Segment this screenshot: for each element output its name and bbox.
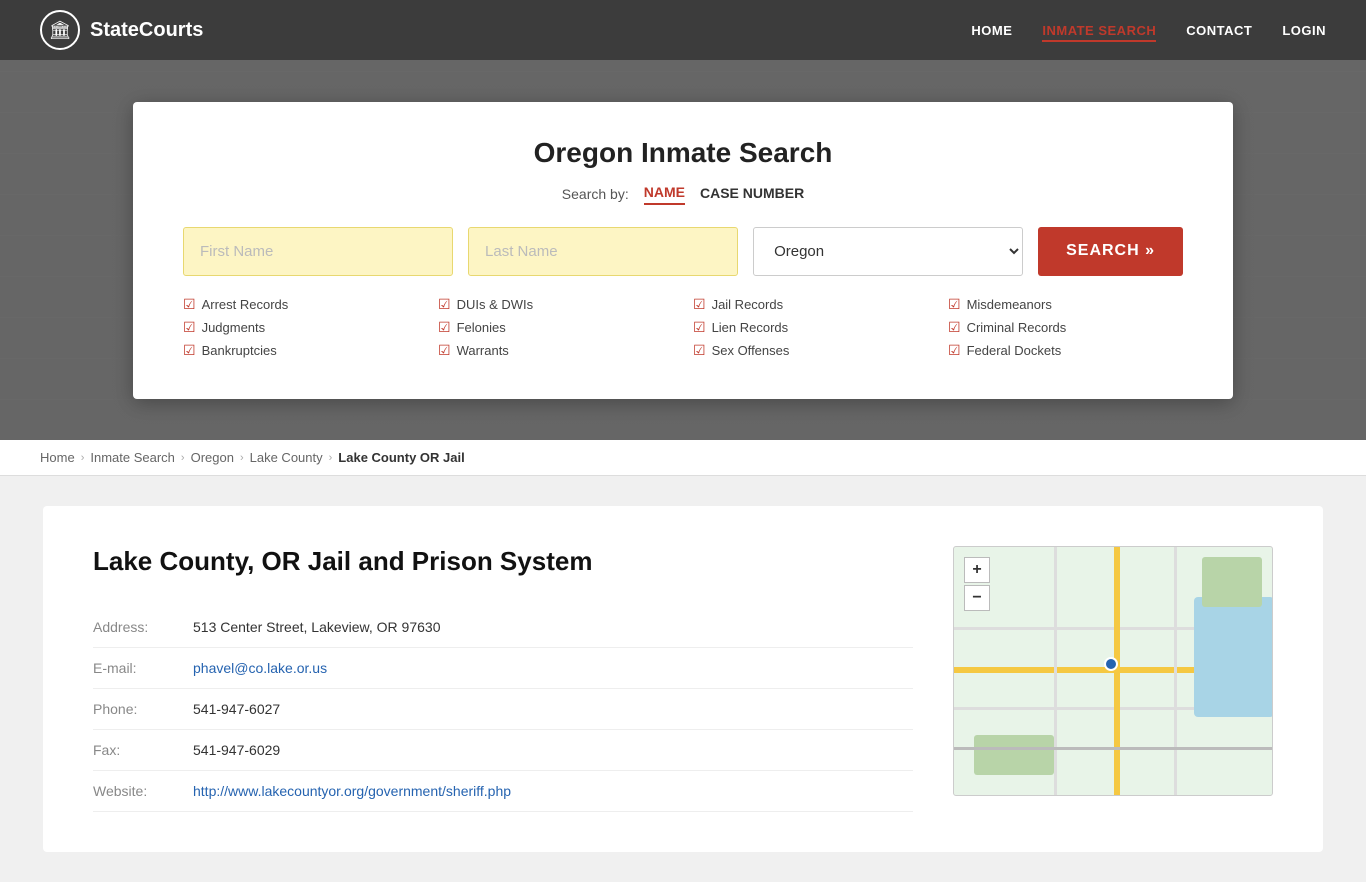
last-name-input[interactable] xyxy=(468,227,738,276)
breadcrumb-link[interactable]: Lake County xyxy=(250,450,323,465)
website-link[interactable]: http://www.lakecountyor.org/government/s… xyxy=(193,783,511,799)
content-card: Lake County, OR Jail and Prison System A… xyxy=(43,506,1323,852)
info-value[interactable]: http://www.lakecountyor.org/government/s… xyxy=(193,771,913,812)
breadcrumb-separator: › xyxy=(81,452,85,464)
main-content: Lake County, OR Jail and Prison System A… xyxy=(0,476,1366,882)
check-icon: ☑ xyxy=(183,319,196,336)
info-value: 513 Center Street, Lakeview, OR 97630 xyxy=(193,607,913,648)
feature-item: ☑ Felonies xyxy=(438,319,673,336)
feature-item: ☑ Warrants xyxy=(438,342,673,359)
tab-case-number[interactable]: CASE NUMBER xyxy=(700,185,804,204)
info-row: Fax:541-947-6029 xyxy=(93,730,913,771)
breadcrumb-separator: › xyxy=(181,452,185,464)
info-row: Address:513 Center Street, Lakeview, OR … xyxy=(93,607,913,648)
page-heading: Lake County, OR Jail and Prison System xyxy=(93,546,913,577)
check-icon: ☑ xyxy=(438,319,451,336)
info-value[interactable]: phavel@co.lake.or.us xyxy=(193,648,913,689)
hero-section: Oregon Inmate Search Search by: NAME CAS… xyxy=(0,60,1366,440)
site-header: 🏛 StateCourts HOME INMATE SEARCH CONTACT LO… xyxy=(0,0,1366,60)
check-icon: ☑ xyxy=(693,296,706,313)
feature-label: Criminal Records xyxy=(967,320,1067,335)
info-row: E-mail:phavel@co.lake.or.us xyxy=(93,648,913,689)
search-fields: OregonAlabamaAlaskaArizonaArkansasCalifo… xyxy=(183,227,1183,276)
main-nav: HOMEINMATE SEARCHCONTACTLOGIN xyxy=(971,22,1326,38)
map-zoom-in[interactable]: + xyxy=(964,557,990,583)
map-container: + − xyxy=(953,546,1273,796)
email-link[interactable]: phavel@co.lake.or.us xyxy=(193,660,327,676)
feature-label: Lien Records xyxy=(712,320,789,335)
check-icon: ☑ xyxy=(438,296,451,313)
first-name-input[interactable] xyxy=(183,227,453,276)
nav-link-inmate-search[interactable]: INMATE SEARCH xyxy=(1042,23,1156,42)
info-section: Lake County, OR Jail and Prison System A… xyxy=(93,546,913,812)
search-button[interactable]: SEARCH » xyxy=(1038,227,1183,276)
map-section: + − xyxy=(953,546,1273,812)
feature-label: Felonies xyxy=(457,320,506,335)
info-label: Address: xyxy=(93,607,193,648)
check-icon: ☑ xyxy=(183,296,196,313)
map-controls: + − xyxy=(964,557,990,611)
feature-item: ☑ Judgments xyxy=(183,319,418,336)
info-row: Website:http://www.lakecountyor.org/gove… xyxy=(93,771,913,812)
check-icon: ☑ xyxy=(693,319,706,336)
breadcrumb-separator: › xyxy=(329,452,333,464)
nav-link-home[interactable]: HOME xyxy=(971,23,1012,38)
feature-label: Arrest Records xyxy=(202,297,289,312)
feature-item: ☑ Criminal Records xyxy=(948,319,1183,336)
feature-label: Judgments xyxy=(202,320,266,335)
check-icon: ☑ xyxy=(948,296,961,313)
nav-link-contact[interactable]: CONTACT xyxy=(1186,23,1252,38)
breadcrumb-link[interactable]: Home xyxy=(40,450,75,465)
logo[interactable]: 🏛 StateCourts xyxy=(40,10,203,50)
map-zoom-out[interactable]: − xyxy=(964,585,990,611)
feature-item: ☑ Sex Offenses xyxy=(693,342,928,359)
feature-label: Jail Records xyxy=(712,297,784,312)
check-icon: ☑ xyxy=(948,319,961,336)
check-icon: ☑ xyxy=(183,342,196,359)
nav-link-login[interactable]: LOGIN xyxy=(1282,23,1326,38)
info-value: 541-947-6029 xyxy=(193,730,913,771)
breadcrumb-current: Lake County OR Jail xyxy=(338,450,464,465)
logo-icon: 🏛 xyxy=(40,10,80,50)
feature-label: Federal Dockets xyxy=(967,343,1062,358)
breadcrumb-link[interactable]: Inmate Search xyxy=(90,450,175,465)
check-icon: ☑ xyxy=(948,342,961,359)
feature-label: Warrants xyxy=(457,343,509,358)
info-label: Fax: xyxy=(93,730,193,771)
info-row: Phone:541-947-6027 xyxy=(93,689,913,730)
search-by-row: Search by: NAME CASE NUMBER xyxy=(183,184,1183,205)
search-by-label: Search by: xyxy=(562,186,629,202)
search-title: Oregon Inmate Search xyxy=(183,137,1183,169)
search-card: Oregon Inmate Search Search by: NAME CAS… xyxy=(133,102,1233,399)
tab-name[interactable]: NAME xyxy=(644,184,685,205)
breadcrumb: Home › Inmate Search › Oregon › Lake County › La… xyxy=(0,440,1366,476)
feature-label: Bankruptcies xyxy=(202,343,277,358)
check-icon: ☑ xyxy=(438,342,451,359)
logo-text: StateCourts xyxy=(90,19,203,42)
feature-label: Sex Offenses xyxy=(712,343,790,358)
breadcrumb-separator: › xyxy=(240,452,244,464)
feature-item: ☑ Lien Records xyxy=(693,319,928,336)
feature-label: Misdemeanors xyxy=(967,297,1052,312)
feature-item: ☑ Bankruptcies xyxy=(183,342,418,359)
feature-item: ☑ Misdemeanors xyxy=(948,296,1183,313)
features-grid: ☑ Arrest Records ☑ DUIs & DWIs ☑ Jail Records… xyxy=(183,296,1183,359)
breadcrumb-link[interactable]: Oregon xyxy=(191,450,234,465)
info-table: Address:513 Center Street, Lakeview, OR … xyxy=(93,607,913,812)
info-value: 541-947-6027 xyxy=(193,689,913,730)
check-icon: ☑ xyxy=(693,342,706,359)
feature-item: ☑ DUIs & DWIs xyxy=(438,296,673,313)
feature-label: DUIs & DWIs xyxy=(457,297,534,312)
feature-item: ☑ Arrest Records xyxy=(183,296,418,313)
info-label: Phone: xyxy=(93,689,193,730)
info-label: Website: xyxy=(93,771,193,812)
info-label: E-mail: xyxy=(93,648,193,689)
feature-item: ☑ Jail Records xyxy=(693,296,928,313)
feature-item: ☑ Federal Dockets xyxy=(948,342,1183,359)
state-select[interactable]: OregonAlabamaAlaskaArizonaArkansasCalifo… xyxy=(753,227,1023,276)
map-marker xyxy=(1104,657,1118,671)
